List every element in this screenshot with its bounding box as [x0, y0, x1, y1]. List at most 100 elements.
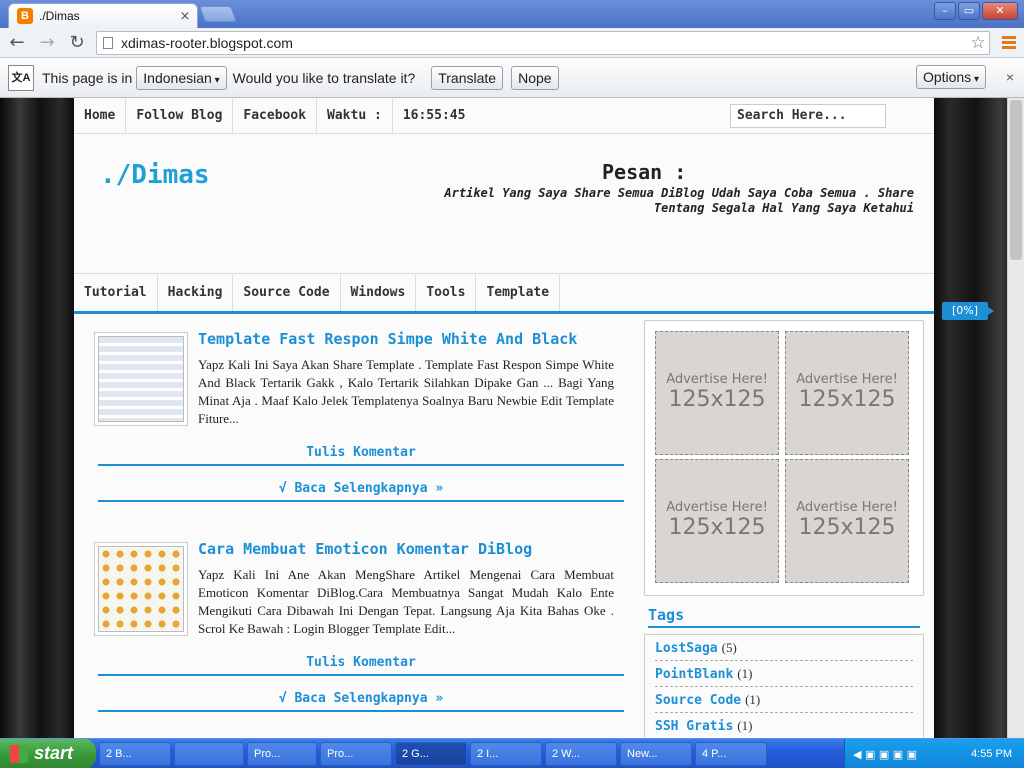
ad-line1: Advertise Here! — [796, 500, 898, 515]
ad-line2: 125x125 — [668, 387, 766, 412]
tag-item[interactable]: LostSaga (5) — [655, 635, 913, 661]
post-thumbnail[interactable] — [94, 542, 188, 636]
bookmark-star-icon[interactable]: ☆ — [967, 33, 989, 53]
nav-home[interactable]: Home — [74, 98, 127, 133]
category-nav: Tutorial Hacking Source Code Windows Too… — [74, 274, 934, 314]
page-viewport: Home Follow Blog Facebook Waktu : 16:55:… — [0, 98, 1024, 738]
scrollbar-thumb[interactable] — [1010, 100, 1022, 260]
tag-count: (1) — [737, 718, 753, 733]
tag-name[interactable]: SSH Gratis — [655, 719, 733, 734]
read-more-link[interactable]: √ Baca Selengkapnya » — [98, 478, 624, 502]
reload-icon[interactable]: ↻ — [64, 30, 90, 56]
scrollbar[interactable] — [1007, 98, 1024, 738]
translate-text-2: Would you like to translate it? — [232, 69, 416, 86]
tray-icons[interactable]: ◀ ▣ ▣ ▣ ▣ — [845, 748, 971, 761]
taskbar-item[interactable]: Pro... — [320, 741, 392, 766]
browser-toolbar: ← → ↻ xdimas-rooter.blogspot.com ☆ — [0, 28, 1024, 58]
pesan-text: Artikel Yang Saya Share Semua DiBlog Uda… — [444, 186, 914, 215]
window-titlebar: B ./Dimas × – ▭ ✕ — [0, 0, 1024, 28]
tag-item[interactable]: PointBlank (1) — [655, 661, 913, 687]
start-label: start — [34, 743, 74, 763]
comment-link[interactable]: Tulis Komentar — [98, 442, 624, 466]
maximize-button[interactable]: ▭ — [958, 2, 980, 20]
nope-button[interactable]: Nope — [511, 65, 559, 90]
ad-slot[interactable]: Advertise Here! 125x125 — [785, 331, 909, 455]
tags-list: LostSaga (5) PointBlank (1) Source Code (1)… — [644, 634, 924, 738]
tag-count: (5) — [721, 640, 737, 655]
language-select[interactable]: Indonesian — [136, 65, 227, 90]
infobar-close-icon[interactable]: × — [1006, 69, 1014, 85]
tag-count: (1) — [745, 692, 761, 707]
taskbar-item[interactable]: 2 W... — [545, 741, 617, 766]
taskbar-item[interactable]: 2 I... — [470, 741, 542, 766]
ad-line1: Advertise Here! — [796, 372, 898, 387]
ad-line1: Advertise Here! — [666, 372, 768, 387]
ad-box: Advertise Here! 125x125 Advertise Here! … — [644, 320, 924, 596]
tag-item[interactable]: SSH Gratis (1) — [655, 713, 913, 738]
tag-item[interactable]: Source Code (1) — [655, 687, 913, 713]
post-excerpt: Yapz Kali Ini Ane Akan MengShare Artikel… — [198, 567, 614, 636]
taskbar-item[interactable]: New... — [620, 741, 692, 766]
back-icon[interactable]: ← — [4, 30, 30, 56]
tag-name[interactable]: PointBlank — [655, 667, 733, 682]
new-tab-button[interactable] — [199, 6, 237, 22]
options-button[interactable]: Options — [915, 65, 986, 89]
category-tutorial[interactable]: Tutorial — [74, 274, 158, 311]
comment-link[interactable]: Tulis Komentar — [98, 652, 624, 676]
translate-button[interactable]: Translate — [431, 65, 504, 90]
post-links: Tulis Komentar √ Baca Selengkapnya » — [98, 652, 624, 724]
translate-text-1: This page is in — [42, 69, 133, 86]
category-windows[interactable]: Windows — [341, 274, 417, 311]
address-bar[interactable]: xdimas-rooter.blogspot.com ☆ — [96, 31, 990, 55]
ad-line2: 125x125 — [798, 387, 896, 412]
start-button[interactable]: start — [0, 738, 96, 768]
taskbar-item[interactable]: 2 B... — [99, 741, 171, 766]
ad-line2: 125x125 — [668, 515, 766, 540]
ad-slot[interactable]: Advertise Here! 125x125 — [655, 459, 779, 583]
category-source-code[interactable]: Source Code — [233, 274, 341, 311]
scroll-percent-badge: [0%] — [942, 302, 994, 320]
tag-count: (1) — [737, 666, 753, 681]
post-title[interactable]: Cara Membuat Emoticon Komentar DiBlog — [198, 540, 532, 558]
tab-title: ./Dimas — [39, 9, 80, 23]
tags-title: Tags — [648, 606, 920, 628]
pesan-title: Pesan : — [602, 160, 687, 184]
nav-facebook[interactable]: Facebook — [233, 98, 318, 133]
tab-close-icon[interactable]: × — [177, 9, 193, 24]
chrome-menu-icon[interactable] — [1002, 36, 1016, 50]
translate-icon: 文A — [8, 64, 34, 91]
taskbar-item[interactable]: Pro... — [247, 741, 317, 766]
ad-slot[interactable]: Advertise Here! 125x125 — [655, 331, 779, 455]
blog-container: Home Follow Blog Facebook Waktu : 16:55:… — [74, 98, 934, 738]
close-window-button[interactable]: ✕ — [982, 2, 1018, 20]
ad-slot[interactable]: Advertise Here! 125x125 — [785, 459, 909, 583]
tag-name[interactable]: LostSaga — [655, 641, 718, 656]
blogger-icon: B — [17, 8, 33, 24]
post-excerpt: Yapz Kali Ini Saya Akan Share Template .… — [198, 357, 614, 426]
taskbar-item[interactable]: 2 G... — [395, 741, 467, 766]
system-tray: ◀ ▣ ▣ ▣ ▣ 4:55 PM — [844, 739, 1024, 768]
tray-clock[interactable]: 4:55 PM — [971, 748, 1012, 760]
taskbar-item[interactable]: 4 P... — [695, 741, 767, 766]
category-template[interactable]: Template — [476, 274, 561, 311]
nav-follow-blog[interactable]: Follow Blog — [126, 98, 234, 133]
browser-tab[interactable]: B ./Dimas × — [8, 3, 198, 28]
read-more-link[interactable]: √ Baca Selengkapnya » — [98, 688, 624, 712]
tag-name[interactable]: Source Code — [655, 693, 741, 708]
url-text[interactable]: xdimas-rooter.blogspot.com — [121, 35, 967, 51]
windows-logo-icon — [10, 744, 28, 763]
post-thumbnail[interactable] — [94, 332, 188, 426]
taskbar: start 2 B... Pro... Pro... 2 G... 2 I...… — [0, 738, 1024, 768]
forward-icon[interactable]: → — [34, 30, 60, 56]
blog-header: ./Dimas Pesan : Artikel Yang Saya Share … — [74, 134, 934, 274]
minimize-button[interactable]: – — [934, 2, 956, 20]
site-title[interactable]: ./Dimas — [100, 160, 210, 190]
category-tools[interactable]: Tools — [416, 274, 477, 311]
category-hacking[interactable]: Hacking — [158, 274, 234, 311]
post-title[interactable]: Template Fast Respon Simpe White And Bla… — [198, 330, 577, 348]
ad-line1: Advertise Here! — [666, 500, 768, 515]
post-links: Tulis Komentar √ Baca Selengkapnya » — [98, 442, 624, 514]
nav-waktu-label: Waktu : — [317, 98, 393, 133]
search-input[interactable]: Search Here... — [730, 104, 886, 128]
taskbar-item[interactable] — [174, 741, 244, 766]
